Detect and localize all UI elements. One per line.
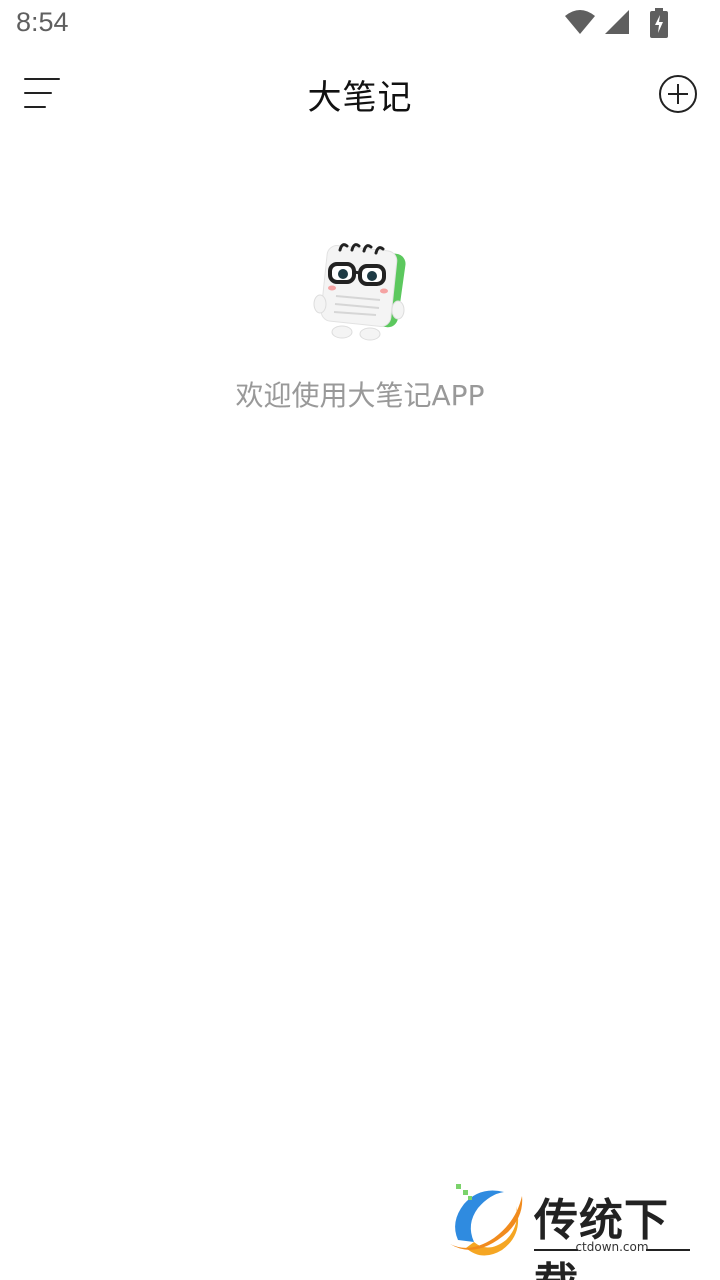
app-screen: 8:54 大笔记 欢迎使用大笔记APP 传统下 ctdown.com <box>0 0 720 1280</box>
battery-charging-icon <box>650 8 668 38</box>
watermark-emblem-icon <box>450 1184 523 1256</box>
notebook-mascot-icon <box>310 236 410 342</box>
watermark-url: ctdown.com <box>575 1240 649 1254</box>
add-note-button[interactable] <box>658 74 698 114</box>
status-time: 8:54 <box>16 7 69 37</box>
status-bar: 8:54 <box>0 0 720 50</box>
wifi-icon <box>565 10 595 34</box>
watermark-divider-right <box>646 1249 690 1251</box>
welcome-message: 欢迎使用大笔记APP <box>235 379 485 412</box>
cellular-signal-icon <box>605 10 629 34</box>
watermark-logo: 传统下载 ctdown.com <box>446 1182 696 1280</box>
watermark-title: 传统下载 <box>534 1195 669 1280</box>
app-bar: 大笔记 <box>0 56 720 130</box>
app-title: 大笔记 <box>307 78 413 118</box>
add-circle-icon <box>659 75 697 113</box>
